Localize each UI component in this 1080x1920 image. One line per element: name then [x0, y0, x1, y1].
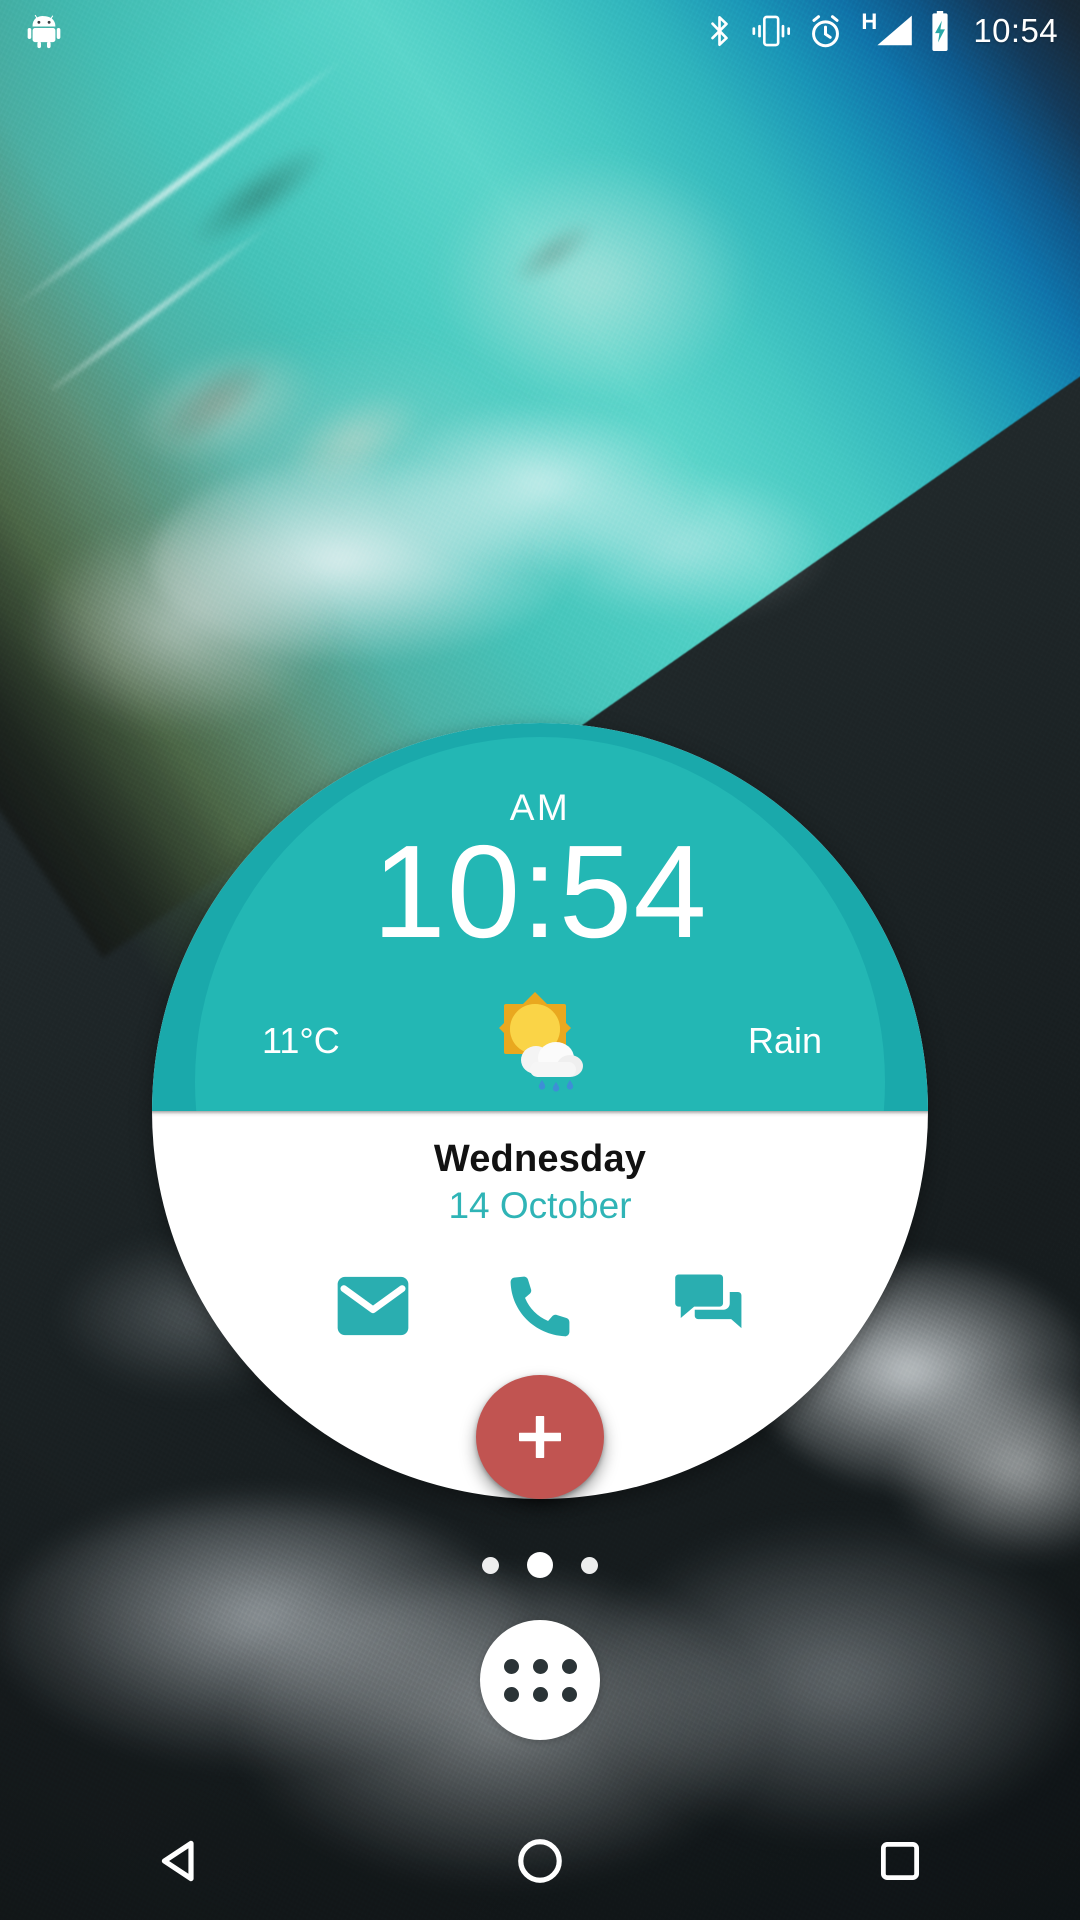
- widget-content: AM 10:54 11°C Rain Wednesday 14 October: [152, 723, 928, 1499]
- back-triangle-icon: [161, 1840, 194, 1882]
- battery-charging-icon: [932, 11, 949, 51]
- add-button-fab[interactable]: [476, 1374, 604, 1499]
- navigation-bar: [0, 1802, 1080, 1920]
- clock-weather-widget[interactable]: AM 10:54 11°C Rain Wednesday 14 October: [152, 723, 928, 1499]
- grid-dot: [532, 1658, 548, 1674]
- weather-temperature: 11°C: [262, 1019, 340, 1061]
- home-screen: H 10:54 AM 10:54 11°C Rain Wednesday 14 …: [0, 0, 1080, 1920]
- page-dot[interactable]: [581, 1556, 598, 1574]
- grid-dot: [561, 1686, 577, 1702]
- weather-row[interactable]: 11°C Rain: [220, 986, 860, 1096]
- android-robot-icon: [27, 14, 61, 49]
- status-bar-clock: 10:54: [973, 12, 1058, 49]
- page-dot-active[interactable]: [527, 1552, 553, 1578]
- recents-button[interactable]: [825, 1802, 975, 1920]
- page-dot[interactable]: [482, 1556, 499, 1574]
- recents-square-icon: [880, 1841, 920, 1881]
- date-day-month: 14 October: [448, 1184, 632, 1226]
- sun-behind-rain-cloud-icon: [499, 991, 583, 1092]
- grid-dot: [532, 1686, 548, 1702]
- grid-dot: [561, 1658, 577, 1674]
- hspa-signal-icon: H: [859, 11, 913, 50]
- clock-time[interactable]: 10:54: [372, 820, 707, 964]
- phone-handset-icon: [510, 1276, 570, 1336]
- app-grid-icon: [503, 1658, 577, 1702]
- grid-dot: [503, 1658, 519, 1674]
- status-bar[interactable]: H 10:54: [0, 0, 1080, 62]
- alarm-icon: [812, 14, 840, 47]
- back-button[interactable]: [105, 1802, 255, 1920]
- grid-dot: [503, 1686, 519, 1702]
- email-shortcut[interactable]: [330, 1263, 416, 1349]
- envelope-icon: [337, 1276, 409, 1335]
- status-bar-notifications: [26, 13, 62, 49]
- widget-shortcut-row: [330, 1263, 750, 1349]
- date-day-of-week: Wednesday: [433, 1137, 647, 1180]
- bluetooth-icon: [711, 15, 729, 47]
- vibrate-icon: [752, 15, 791, 47]
- messaging-shortcut[interactable]: [664, 1263, 750, 1349]
- page-indicator: [0, 1552, 1080, 1578]
- status-bar-system-icons: H 10:54: [704, 11, 1058, 51]
- weather-condition: Rain: [747, 1019, 822, 1061]
- chat-bubbles-icon: [675, 1274, 742, 1328]
- app-drawer-button[interactable]: [480, 1620, 600, 1740]
- home-button[interactable]: [465, 1802, 615, 1920]
- plus-icon: [519, 1415, 561, 1458]
- home-circle-icon: [518, 1839, 562, 1883]
- phone-shortcut[interactable]: [497, 1263, 583, 1349]
